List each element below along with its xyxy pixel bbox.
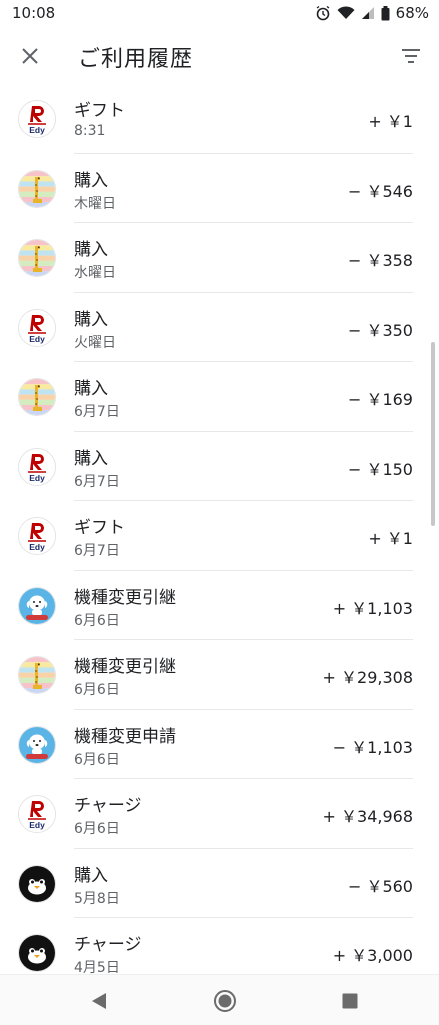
- transaction-date: 水曜日: [74, 265, 116, 281]
- rakuten-edy-icon: Edy: [18, 517, 56, 555]
- back-button[interactable]: [85, 987, 113, 1015]
- transaction-label: 購入: [74, 240, 108, 260]
- transaction-date: 6月7日: [74, 543, 120, 559]
- home-circle-icon: [214, 990, 236, 1012]
- transaction-amount: − ￥1,103: [332, 737, 413, 757]
- transaction-date: 6月6日: [74, 751, 120, 768]
- svg-text:Edy: Edy: [29, 542, 45, 552]
- transaction-date: 6月7日: [74, 404, 120, 420]
- suica-penguin-icon: [18, 864, 56, 903]
- transaction-row[interactable]: 購入 5月8日 − ￥560: [0, 849, 439, 918]
- transaction-label: チャージ: [74, 796, 142, 816]
- transaction-label: 機種変更引継: [74, 657, 176, 677]
- transaction-label: 購入: [74, 448, 108, 469]
- transaction-amount: + ￥1: [368, 529, 413, 548]
- transaction-label: チャージ: [74, 935, 142, 955]
- navigation-bar: [0, 974, 439, 1025]
- transaction-date: 8:31: [74, 123, 106, 139]
- alarm-icon: [315, 5, 331, 21]
- transaction-label: ギフト: [74, 101, 125, 121]
- status-icons: 68%: [315, 4, 429, 22]
- giraffe-card-icon: [18, 378, 56, 416]
- svg-text:Edy: Edy: [29, 473, 45, 483]
- transaction-row[interactable]: 機種変更引継 6月6日 + ￥29,308: [0, 640, 439, 710]
- transaction-amount: − ￥358: [347, 251, 413, 270]
- filter-button[interactable]: [395, 40, 427, 72]
- giraffe-card-icon: [18, 656, 56, 694]
- home-button[interactable]: [211, 987, 239, 1015]
- transaction-row[interactable]: Edy チャージ 6月6日 + ￥34,968: [0, 779, 439, 849]
- transaction-row[interactable]: チャージ 4月5日 + ￥3,000: [0, 918, 439, 974]
- scrollbar[interactable]: [431, 342, 435, 526]
- transaction-amount: + ￥34,968: [322, 807, 413, 826]
- status-bar: 10:08 68%: [0, 0, 439, 28]
- transaction-label: 機種変更引継: [74, 587, 176, 608]
- rakuten-edy-icon: Edy: [18, 447, 56, 486]
- transaction-label: 購入: [74, 170, 108, 191]
- transaction-amount: + ￥1,103: [332, 598, 413, 618]
- transaction-date: 6月6日: [74, 682, 120, 698]
- app-bar: ご利用履歴: [0, 28, 439, 84]
- transaction-label: 機種変更申請: [74, 726, 176, 747]
- back-triangle-icon: [92, 993, 106, 1009]
- transaction-amount: + ￥29,308: [322, 668, 413, 687]
- transaction-date: 火曜日: [74, 334, 116, 351]
- transaction-list[interactable]: Edy ギフト 8:31 + ￥1 購入 木曜日 − ￥546 購入 水曜日 − ￥358 Edy 購…: [0, 84, 439, 974]
- rakuten-edy-icon: Edy: [18, 308, 56, 347]
- svg-text:Edy: Edy: [29, 125, 45, 135]
- page-title: ご利用履歴: [78, 47, 194, 72]
- waon-icon: [18, 725, 56, 764]
- svg-text:Edy: Edy: [29, 820, 45, 830]
- transaction-date: 6月6日: [74, 821, 120, 837]
- transaction-amount: − ￥546: [347, 181, 413, 201]
- battery-icon: [381, 5, 390, 21]
- transaction-amount: − ￥350: [347, 320, 413, 340]
- transaction-amount: + ￥3,000: [332, 946, 413, 965]
- transaction-date: 6月6日: [74, 612, 120, 629]
- giraffe-card-icon: [18, 169, 56, 208]
- transaction-row[interactable]: 購入水曜日 − ￥358: [0, 223, 439, 293]
- close-icon: [22, 48, 38, 64]
- transaction-date: 6月7日: [74, 473, 120, 490]
- transaction-label: 購入: [74, 309, 108, 330]
- transaction-amount: − ￥169: [347, 390, 413, 409]
- transaction-row[interactable]: Edy 購入 6月7日 − ￥150: [0, 432, 439, 501]
- rakuten-edy-icon: Edy: [18, 795, 56, 833]
- signal-icon: [361, 6, 375, 20]
- transaction-label: 購入: [74, 379, 108, 399]
- giraffe-card-icon: [18, 239, 56, 277]
- transaction-row[interactable]: 購入木曜日 − ￥546: [0, 154, 439, 223]
- waon-icon: [18, 586, 56, 625]
- transaction-row[interactable]: 機種変更引継 6月6日 + ￥1,103: [0, 571, 439, 640]
- suica-penguin-icon: [18, 934, 56, 972]
- recents-button[interactable]: [336, 987, 364, 1015]
- transaction-amount: − ￥560: [347, 876, 413, 896]
- wifi-icon: [337, 6, 355, 20]
- transaction-row[interactable]: 機種変更申請 6月6日 − ￥1,103: [0, 710, 439, 779]
- transaction-label: 購入: [74, 865, 108, 886]
- transaction-amount: − ￥150: [347, 459, 413, 479]
- transaction-row[interactable]: Edy ギフト 8:31 + ￥1: [0, 84, 439, 154]
- transaction-row[interactable]: 購入 6月7日 − ￥169: [0, 362, 439, 432]
- transaction-amount: + ￥1: [368, 112, 413, 131]
- filter-icon: [402, 49, 420, 63]
- transaction-date: 5月8日: [74, 890, 120, 907]
- transaction-row[interactable]: Edy ギフト 6月7日 + ￥1: [0, 501, 439, 571]
- recents-square-icon: [342, 993, 358, 1009]
- close-button[interactable]: [14, 40, 46, 72]
- transaction-date: 木曜日: [74, 195, 116, 212]
- transaction-label: ギフト: [74, 518, 125, 538]
- transaction-row[interactable]: Edy 購入火曜日 − ￥350: [0, 293, 439, 362]
- battery-percent: 68%: [395, 4, 429, 22]
- status-time: 10:08: [12, 4, 56, 22]
- svg-text:Edy: Edy: [29, 334, 45, 344]
- transaction-date: 4月5日: [74, 960, 120, 974]
- rakuten-edy-icon: Edy: [18, 100, 56, 138]
